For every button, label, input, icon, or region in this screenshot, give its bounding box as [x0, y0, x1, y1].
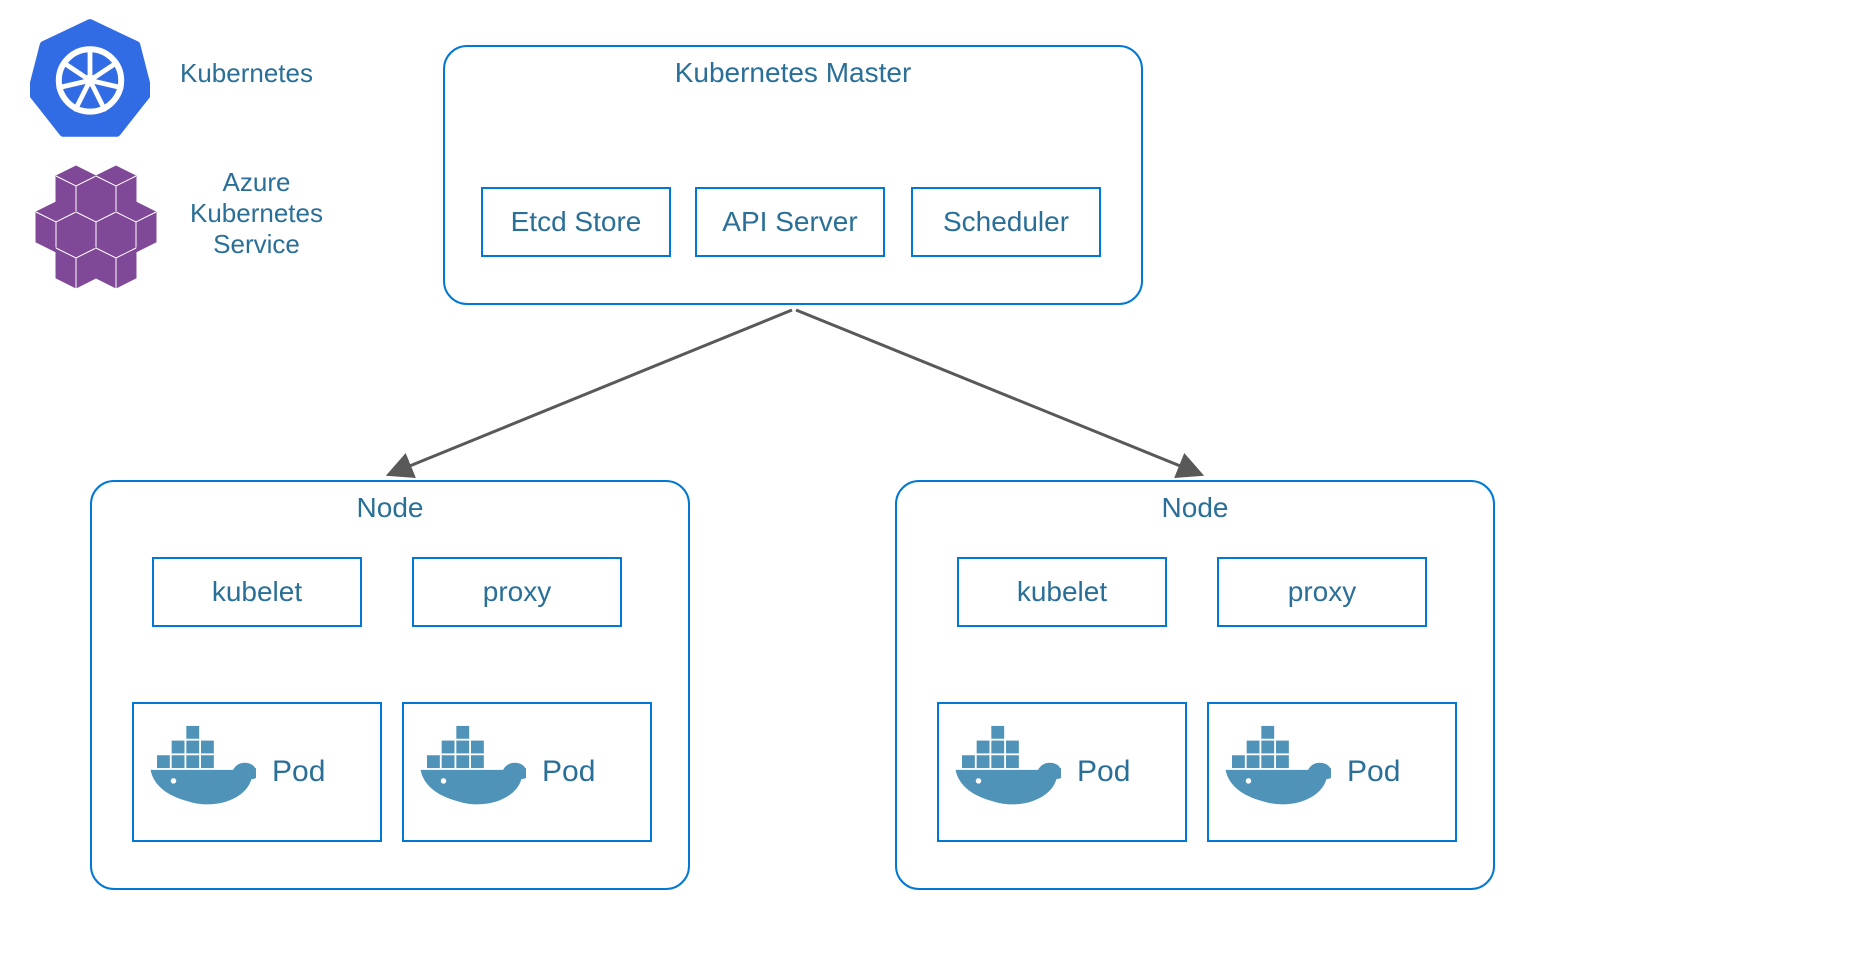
docker-icon	[416, 724, 526, 821]
aks-label-line2: Kubernetes	[190, 198, 323, 228]
kubernetes-label: Kubernetes	[180, 58, 313, 89]
docker-icon	[951, 724, 1061, 821]
aks-label-line3: Service	[213, 229, 300, 259]
node-left-title: Node	[92, 492, 688, 524]
api-server-box: API Server	[695, 187, 885, 257]
node-left-pod-1: Pod	[132, 702, 382, 842]
node-right-pod-2: Pod	[1207, 702, 1457, 842]
master-title: Kubernetes Master	[445, 57, 1141, 89]
node-right-pod-1: Pod	[937, 702, 1187, 842]
pod-label: Pod	[1347, 755, 1400, 789]
etcd-store-box: Etcd Store	[481, 187, 671, 257]
pod-label: Pod	[272, 755, 325, 789]
node-right-title: Node	[897, 492, 1493, 524]
kubernetes-logo-icon	[30, 18, 150, 143]
node-left-pod-2: Pod	[402, 702, 652, 842]
docker-icon	[146, 724, 256, 821]
node-right-kubelet-box: kubelet	[957, 557, 1167, 627]
master-container: Kubernetes Master Etcd Store API Server …	[443, 45, 1143, 305]
aks-logo-icon	[18, 148, 168, 293]
node-left-proxy-box: proxy	[412, 557, 622, 627]
aks-label: Azure Kubernetes Service	[190, 167, 323, 261]
node-left-container: Node kubelet proxy Pod	[90, 480, 690, 890]
node-left-kubelet-box: kubelet	[152, 557, 362, 627]
aks-label-line1: Azure	[223, 167, 291, 197]
docker-icon	[1221, 724, 1331, 821]
diagram-canvas: Kubernetes	[0, 0, 1853, 963]
scheduler-box: Scheduler	[911, 187, 1101, 257]
pod-label: Pod	[542, 755, 595, 789]
pod-label: Pod	[1077, 755, 1130, 789]
node-right-proxy-box: proxy	[1217, 557, 1427, 627]
node-right-container: Node kubelet proxy Pod	[895, 480, 1495, 890]
